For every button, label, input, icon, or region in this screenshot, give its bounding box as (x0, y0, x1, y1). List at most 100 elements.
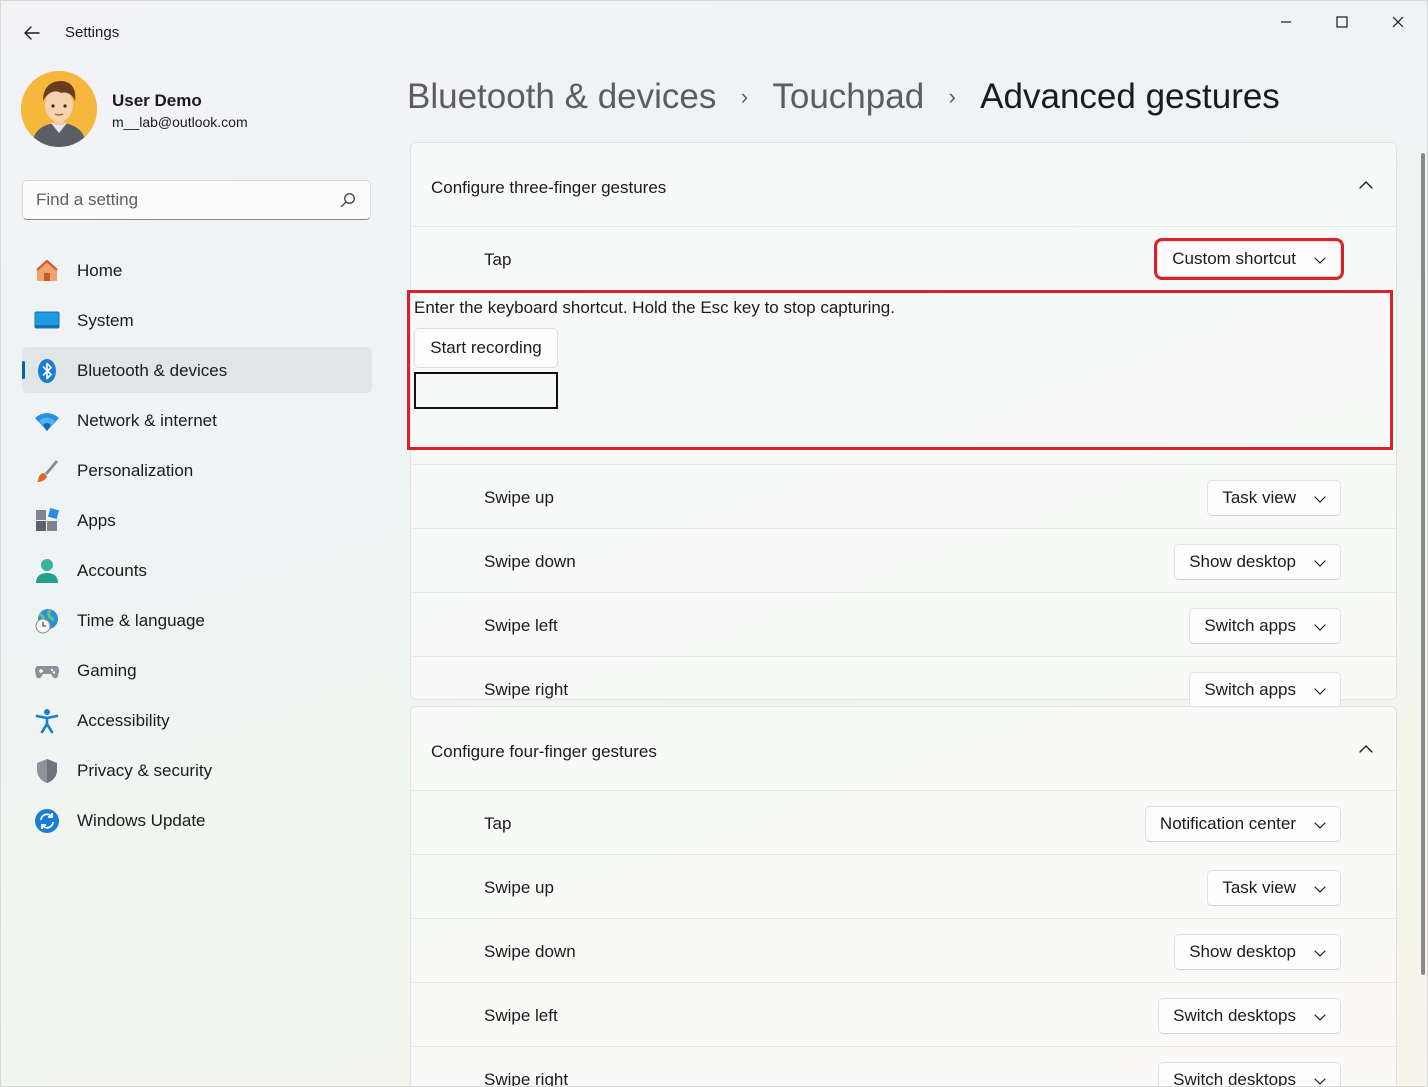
chevron-down-icon (1313, 818, 1327, 832)
three-finger-swipe-left-dropdown[interactable]: Switch apps (1189, 608, 1341, 644)
three-finger-gestures-title: Configure three-finger gestures (431, 178, 666, 198)
breadcrumb-bluetooth-devices[interactable]: Bluetooth & devices (407, 77, 716, 117)
three-finger-swipe-down-row: Swipe down Show desktop (411, 529, 1396, 593)
three-finger-swipe-right-dropdown[interactable]: Switch apps (1189, 672, 1341, 708)
back-arrow-icon (24, 26, 40, 40)
row-label: Tap (484, 814, 511, 834)
sidebar-item-system[interactable]: System (22, 297, 372, 343)
row-label: Swipe up (484, 488, 554, 508)
sidebar-item-label: Privacy & security (77, 761, 212, 781)
update-icon (34, 808, 60, 834)
accessibility-icon (34, 708, 60, 734)
sidebar-item-accessibility[interactable]: Accessibility (22, 697, 372, 743)
system-icon (34, 308, 60, 334)
dropdown-value: Switch desktops (1173, 1070, 1296, 1087)
sidebar-item-home[interactable]: Home (22, 247, 372, 293)
sidebar-item-windows-update[interactable]: Windows Update (22, 797, 372, 843)
chevron-down-icon (1313, 946, 1327, 960)
apps-icon (34, 508, 60, 534)
shield-icon (34, 758, 60, 784)
sidebar-item-bluetooth-devices[interactable]: Bluetooth & devices (22, 347, 372, 393)
sidebar-item-label: Accounts (77, 561, 147, 581)
sidebar-item-network[interactable]: Network & internet (22, 397, 372, 443)
three-finger-tap-dropdown[interactable]: Custom shortcut (1157, 241, 1341, 277)
search-icon[interactable] (340, 192, 356, 208)
sidebar-item-gaming[interactable]: Gaming (22, 647, 372, 693)
close-button[interactable] (1375, 7, 1421, 37)
user-profile[interactable]: User Demo m__lab@outlook.com (21, 71, 381, 149)
app-title: Settings (65, 24, 119, 41)
chevron-down-icon (1313, 492, 1327, 506)
settings-window: Settings User Demo m__lab@ (0, 0, 1428, 1087)
four-finger-swipe-right-dropdown[interactable]: Switch desktops (1158, 1062, 1341, 1087)
four-finger-gestures-header[interactable]: Configure four-finger gestures (411, 707, 1396, 791)
dropdown-value: Switch apps (1204, 680, 1296, 700)
three-finger-swipe-left-row: Swipe left Switch apps (411, 593, 1396, 657)
three-finger-swipe-down-dropdown[interactable]: Show desktop (1174, 544, 1341, 580)
four-finger-tap-row: Tap Notification center (411, 791, 1396, 855)
dropdown-value: Notification center (1160, 814, 1296, 834)
four-finger-gestures-title: Configure four-finger gestures (431, 742, 657, 762)
globe-clock-icon (34, 608, 60, 634)
chevron-down-icon (1313, 684, 1327, 698)
shortcut-display-field[interactable] (414, 372, 558, 409)
user-email: m__lab@outlook.com (112, 114, 248, 130)
sidebar-item-label: Network & internet (77, 411, 217, 431)
row-label: Swipe left (484, 616, 558, 636)
dropdown-value: Task view (1222, 488, 1296, 508)
gamepad-icon (34, 658, 60, 684)
user-avatar-icon (21, 71, 97, 147)
chevron-down-icon (1313, 882, 1327, 896)
minimize-button[interactable] (1263, 7, 1309, 37)
breadcrumb-separator: › (924, 84, 980, 110)
maximize-button[interactable] (1319, 7, 1365, 37)
chevron-down-icon (1313, 253, 1327, 267)
four-finger-tap-dropdown[interactable]: Notification center (1145, 806, 1341, 842)
search-input[interactable] (23, 181, 333, 219)
row-label: Swipe down (484, 552, 576, 572)
chevron-up-icon (1358, 177, 1374, 193)
sidebar-item-label: Personalization (77, 461, 193, 481)
dropdown-value: Show desktop (1189, 552, 1296, 572)
sidebar-item-personalization[interactable]: Personalization (22, 447, 372, 493)
breadcrumb-separator: › (716, 84, 772, 110)
row-label: Swipe right (484, 1070, 568, 1087)
back-button[interactable] (17, 19, 47, 47)
maximize-icon (1336, 16, 1348, 28)
four-finger-swipe-down-row: Swipe down Show desktop (411, 919, 1396, 983)
sidebar-item-label: Home (77, 261, 122, 281)
start-recording-button[interactable]: Start recording (414, 328, 558, 368)
sidebar-item-label: Bluetooth & devices (77, 361, 227, 381)
vertical-scrollbar[interactable] (1421, 153, 1425, 975)
sidebar-item-label: Apps (77, 511, 116, 531)
sidebar-item-privacy-security[interactable]: Privacy & security (22, 747, 372, 793)
dropdown-value: Show desktop (1189, 942, 1296, 962)
breadcrumb: Bluetooth & devices › Touchpad › Advance… (407, 75, 1280, 119)
sidebar-item-apps[interactable]: Apps (22, 497, 372, 543)
close-icon (1392, 16, 1404, 28)
bluetooth-icon (34, 358, 60, 384)
four-finger-gestures-panel: Configure four-finger gestures Tap Notif… (410, 706, 1397, 1087)
breadcrumb-touchpad[interactable]: Touchpad (772, 77, 924, 117)
four-finger-swipe-up-dropdown[interactable]: Task view (1207, 870, 1341, 906)
three-finger-swipe-up-dropdown[interactable]: Task view (1207, 480, 1341, 516)
account-icon (34, 558, 60, 584)
minimize-icon (1280, 16, 1292, 28)
user-name: User Demo (112, 91, 202, 111)
four-finger-swipe-down-dropdown[interactable]: Show desktop (1174, 934, 1341, 970)
chevron-down-icon (1313, 556, 1327, 570)
four-finger-swipe-left-dropdown[interactable]: Switch desktops (1158, 998, 1341, 1034)
dropdown-value: Switch desktops (1173, 1006, 1296, 1026)
row-label: Swipe right (484, 680, 568, 700)
shortcut-capture-area: Enter the keyboard shortcut. Hold the Es… (407, 290, 1393, 450)
dropdown-value: Switch apps (1204, 616, 1296, 636)
four-finger-swipe-left-row: Swipe left Switch desktops (411, 983, 1396, 1047)
dropdown-value: Custom shortcut (1172, 249, 1296, 269)
sidebar-item-label: Windows Update (77, 811, 206, 831)
sidebar-item-time-language[interactable]: Time & language (22, 597, 372, 643)
home-icon (34, 258, 60, 284)
row-label: Tap (484, 250, 511, 270)
row-label: Swipe left (484, 1006, 558, 1026)
sidebar-item-accounts[interactable]: Accounts (22, 547, 372, 593)
three-finger-gestures-header[interactable]: Configure three-finger gestures (411, 143, 1396, 227)
